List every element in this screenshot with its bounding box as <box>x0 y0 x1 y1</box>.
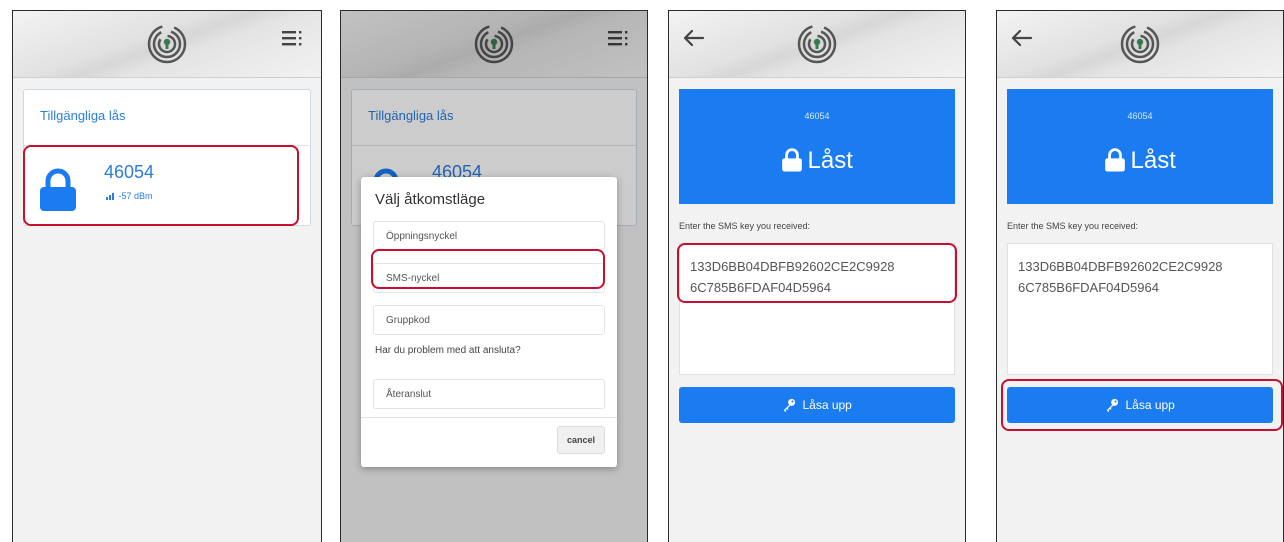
option-opening-key[interactable]: Öppningsnyckel <box>373 221 605 251</box>
access-mode-dialog: Välj åtkomstläge Öppningsnyckel SMS-nyck… <box>361 177 617 467</box>
lock-id: 46054 <box>804 111 830 121</box>
logo-icon <box>796 23 838 65</box>
lock-status-panel: 46054 Låst <box>1007 89 1273 204</box>
lock-id: 46054 <box>1127 111 1153 121</box>
sms-key-label: Enter the SMS key you received: <box>679 221 811 231</box>
connection-problem-question: Har du problem med att ansluta? <box>375 345 521 356</box>
status-text: Låst <box>807 147 853 174</box>
lock-status: Låst <box>1007 147 1273 175</box>
top-bar <box>13 11 321 78</box>
screen-unlock: 46054 Låst Enter the SMS key you receive… <box>996 10 1284 542</box>
dialog-title: Välj åtkomstläge <box>375 191 486 208</box>
screen-sms-key-entry: 46054 Låst Enter the SMS key you receive… <box>668 10 966 542</box>
key-icon <box>782 398 796 412</box>
logo-icon <box>146 23 188 65</box>
sms-key-line-1: 133D6BB04DBFB92602CE2C9928 <box>1018 259 1223 274</box>
reconnect-button[interactable]: Återanslut <box>373 379 605 409</box>
top-bar <box>997 11 1283 78</box>
padlock-icon <box>1104 148 1126 172</box>
highlight-sms-option <box>371 249 605 289</box>
highlight-sms-field <box>677 243 957 303</box>
divider <box>361 417 617 418</box>
lock-status-panel: 46054 Låst <box>679 89 955 204</box>
unlock-button[interactable]: Låsa upp <box>679 387 955 423</box>
sms-key-field[interactable]: 133D6BB04DBFB92602CE2C9928 6C785B6FDAF04… <box>1007 243 1273 375</box>
cancel-button[interactable]: cancel <box>557 426 605 454</box>
sms-key-label: Enter the SMS key you received: <box>1007 221 1139 231</box>
back-arrow-icon[interactable] <box>1009 25 1035 51</box>
status-text: Låst <box>1130 147 1176 174</box>
unlock-label: Låsa upp <box>802 398 852 412</box>
top-bar <box>669 11 965 78</box>
menu-icon[interactable] <box>281 27 303 49</box>
logo-icon <box>1119 23 1161 65</box>
highlight-lock-item <box>23 145 299 226</box>
back-arrow-icon[interactable] <box>681 25 707 51</box>
sms-key-value: 133D6BB04DBFB92602CE2C9928 6C785B6FDAF04… <box>1018 256 1266 298</box>
lock-status: Låst <box>679 147 955 175</box>
screen-access-mode-dialog: Tillgängliga lås 46054 Välj åtkomstläge … <box>340 10 648 542</box>
option-group-code[interactable]: Gruppkod <box>373 305 605 335</box>
sms-key-line-2: 6C785B6FDAF04D5964 <box>1018 280 1159 295</box>
card-title: Tillgängliga lås <box>40 108 126 123</box>
screen-available-locks: Tillgängliga lås 46054 -57 dBm <box>12 10 322 542</box>
highlight-unlock-button <box>1001 379 1283 431</box>
padlock-icon <box>781 148 803 172</box>
